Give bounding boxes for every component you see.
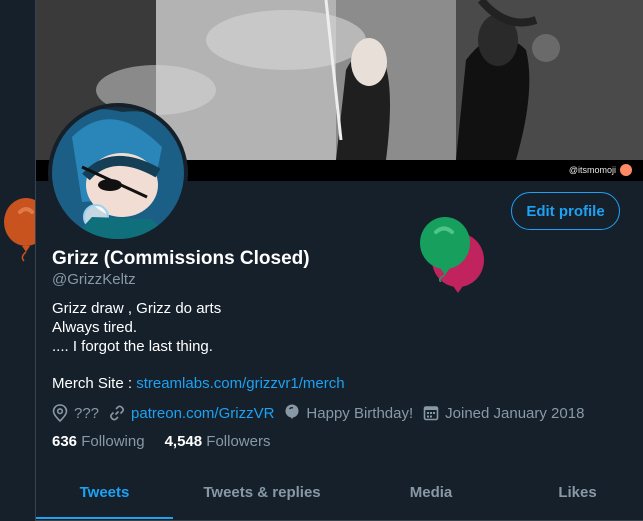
- balloon-green-decoration: [420, 217, 470, 282]
- birthday-text: Happy Birthday!: [306, 404, 414, 422]
- location-item: ???: [52, 404, 99, 422]
- bio-line: .... I forgot the last thing.: [52, 338, 213, 355]
- tab-tweets[interactable]: Tweets: [36, 468, 173, 519]
- peach-icon: [620, 164, 632, 176]
- balloon-icon: [285, 404, 299, 419]
- tab-media[interactable]: Media: [351, 468, 511, 517]
- bio-line: Grizz draw , Grizz do arts: [52, 300, 222, 317]
- location-pin-icon: [52, 404, 68, 422]
- link-icon: [110, 405, 124, 421]
- profile-tabs: Tweets Tweets & replies Media Likes: [36, 468, 643, 521]
- following-stat[interactable]: 636 Following: [52, 433, 145, 450]
- avatar-artwork: [52, 107, 184, 239]
- profile-stats: 636 Following 4,548 Followers: [52, 433, 290, 450]
- website-link[interactable]: patreon.com/GrizzVR: [131, 405, 274, 422]
- following-count: 636: [52, 433, 78, 450]
- joined-item: Joined January 2018: [423, 405, 584, 422]
- merch-link[interactable]: streamlabs.com/grizzvr1/merch: [136, 375, 344, 392]
- profile-meta: ??? patreon.com/GrizzVR Happy Birthday!: [52, 404, 594, 422]
- followers-label: Followers: [206, 433, 271, 450]
- avatar[interactable]: [48, 103, 188, 243]
- bio-line: Always tired.: [52, 319, 138, 336]
- profile-bio: Grizz draw , Grizz do arts Always tired.…: [52, 299, 221, 356]
- banner-watermark: @itsmomoji: [569, 164, 632, 176]
- birthday-item: Happy Birthday!: [284, 404, 413, 422]
- profile-column: @itsmomoji Edit profile Grizz (Commissio…: [35, 0, 643, 521]
- merch-line: Merch Site : streamlabs.com/grizzvr1/mer…: [52, 375, 345, 392]
- merch-label: Merch Site :: [52, 375, 137, 392]
- edit-profile-button[interactable]: Edit profile: [511, 192, 620, 230]
- calendar-icon: [423, 406, 439, 421]
- tab-likes[interactable]: Likes: [511, 468, 643, 517]
- location-text: ???: [74, 404, 100, 422]
- profile-name: Grizz (Commissions Closed): [52, 248, 310, 269]
- tab-tweets-and-replies[interactable]: Tweets & replies: [173, 468, 351, 517]
- website-item: patreon.com/GrizzVR: [109, 405, 274, 422]
- joined-text: Joined January 2018: [445, 404, 585, 422]
- profile-handle: @GrizzKeltz: [52, 271, 136, 288]
- following-label: Following: [81, 433, 145, 450]
- watermark-text: @itsmomoji: [568, 165, 616, 175]
- followers-stat[interactable]: 4,548 Followers: [165, 433, 271, 450]
- followers-count: 4,548: [164, 433, 203, 450]
